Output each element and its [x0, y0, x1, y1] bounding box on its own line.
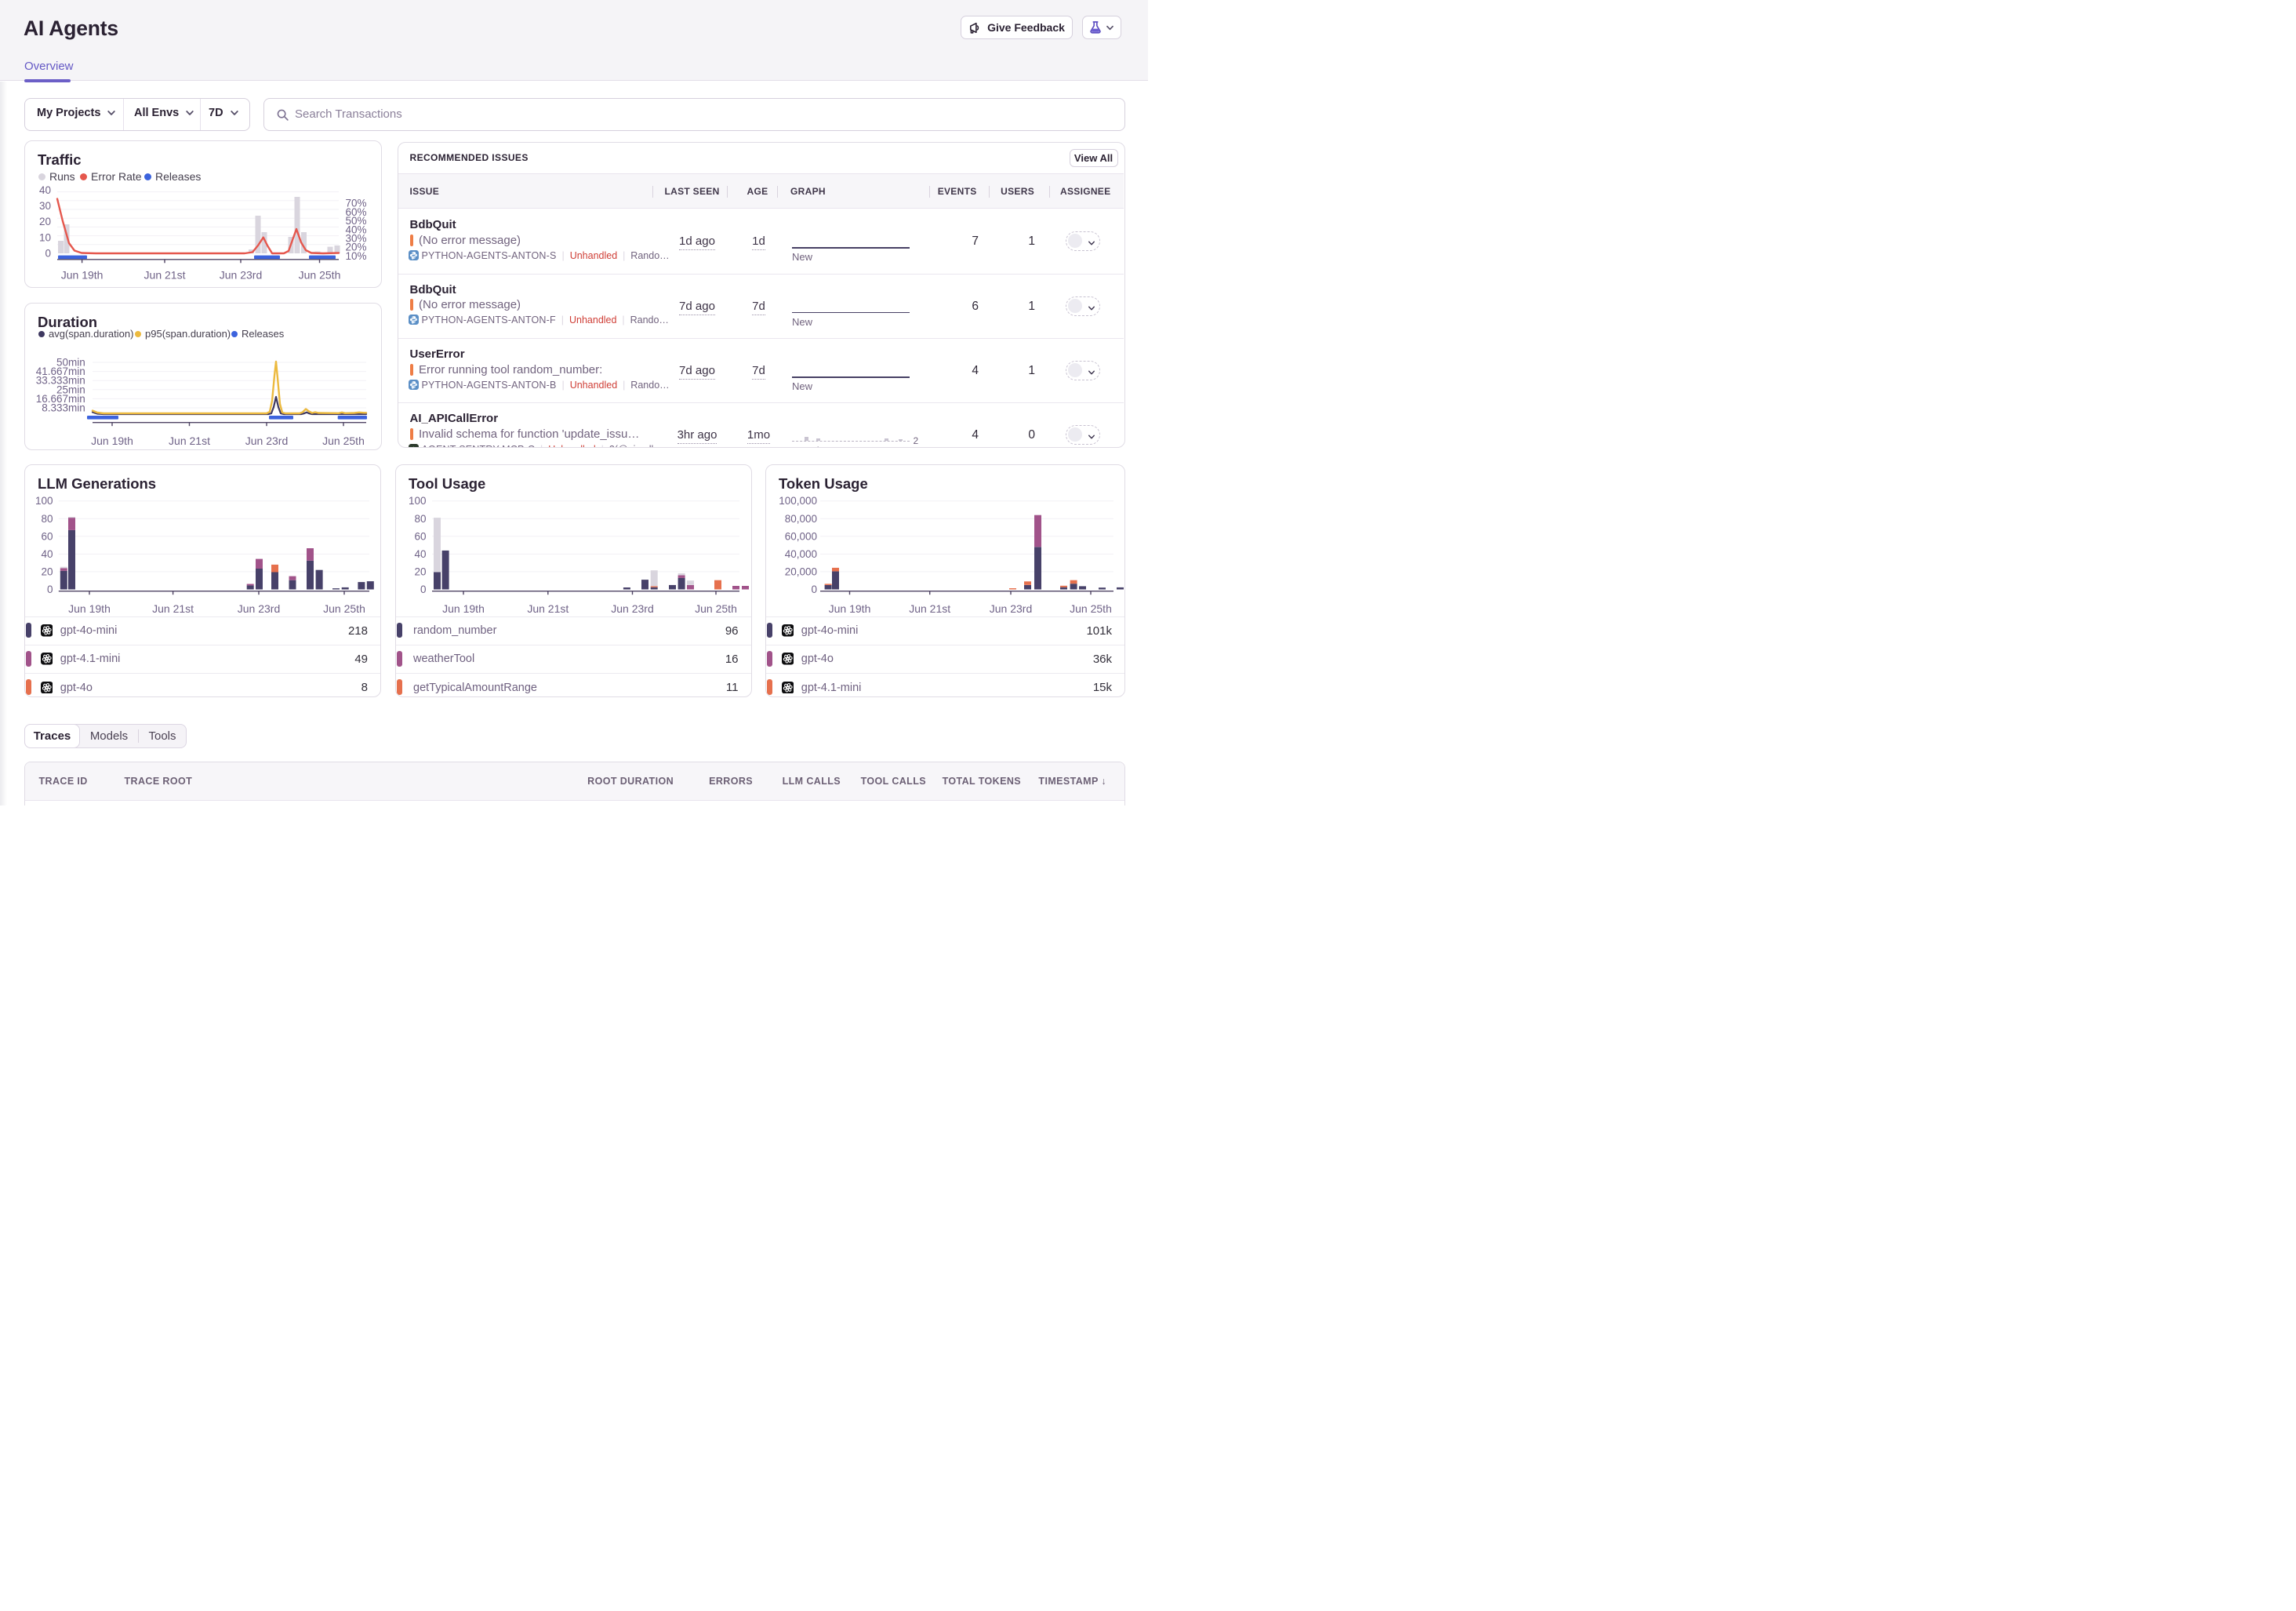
svg-text:Jun 19th: Jun 19th: [829, 602, 871, 615]
svg-text:0: 0: [811, 584, 817, 595]
svg-text:40: 40: [414, 548, 426, 560]
svg-text:Jun 21st: Jun 21st: [527, 602, 569, 615]
svg-text:Jun 25th: Jun 25th: [322, 435, 365, 447]
svg-text:20: 20: [39, 216, 51, 227]
svg-text:80: 80: [414, 513, 426, 525]
svg-text:8.333min: 8.333min: [42, 402, 85, 414]
svg-text:0: 0: [47, 584, 53, 595]
svg-text:10%: 10%: [346, 250, 367, 262]
svg-text:Jun 23rd: Jun 23rd: [611, 602, 653, 615]
svg-text:Jun 23rd: Jun 23rd: [238, 602, 280, 615]
svg-text:40,000: 40,000: [785, 548, 817, 560]
svg-text:100: 100: [35, 495, 53, 507]
svg-text:10: 10: [39, 231, 51, 243]
svg-text:Jun 19th: Jun 19th: [442, 602, 485, 615]
svg-text:Jun 25th: Jun 25th: [299, 269, 341, 282]
svg-text:60: 60: [41, 530, 53, 542]
svg-text:Jun 21st: Jun 21st: [169, 435, 210, 447]
svg-text:Jun 25th: Jun 25th: [1070, 602, 1112, 615]
svg-text:60,000: 60,000: [785, 530, 817, 542]
svg-text:100,000: 100,000: [779, 495, 817, 507]
svg-text:100: 100: [409, 495, 427, 507]
svg-text:0: 0: [420, 584, 427, 595]
svg-text:Jun 21st: Jun 21st: [144, 269, 186, 282]
svg-text:Jun 23rd: Jun 23rd: [990, 602, 1032, 615]
svg-text:0: 0: [45, 248, 51, 260]
svg-text:Jun 19th: Jun 19th: [68, 602, 111, 615]
svg-text:Jun 25th: Jun 25th: [695, 602, 737, 615]
svg-text:Jun 21st: Jun 21st: [909, 602, 950, 615]
svg-text:40: 40: [41, 548, 53, 560]
svg-text:Jun 23rd: Jun 23rd: [245, 435, 288, 447]
svg-text:Jun 19th: Jun 19th: [61, 269, 104, 282]
svg-text:80,000: 80,000: [785, 513, 817, 525]
svg-text:40: 40: [39, 184, 51, 196]
svg-text:20,000: 20,000: [785, 565, 817, 577]
svg-text:60: 60: [414, 530, 426, 542]
svg-text:80: 80: [41, 513, 53, 525]
svg-text:20: 20: [41, 565, 53, 577]
svg-text:Jun 19th: Jun 19th: [91, 435, 133, 447]
svg-text:30: 30: [39, 200, 51, 212]
svg-text:Jun 21st: Jun 21st: [152, 602, 194, 615]
svg-text:Jun 23rd: Jun 23rd: [220, 269, 262, 282]
svg-text:20: 20: [414, 565, 426, 577]
svg-text:Jun 25th: Jun 25th: [323, 602, 365, 615]
